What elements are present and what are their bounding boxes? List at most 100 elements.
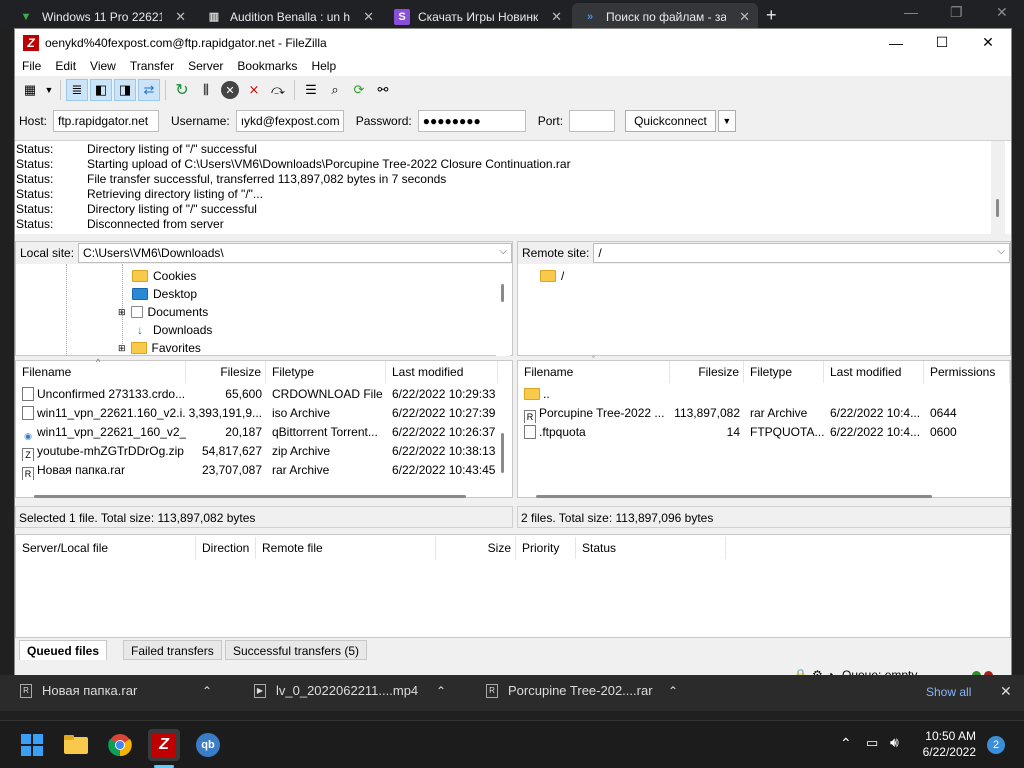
- tab-successful-transfers[interactable]: Successful transfers (5): [225, 640, 368, 660]
- browser-tab[interactable]: ▥ Audition Benalla : un h ✕: [196, 3, 382, 30]
- tree-item-favorites[interactable]: ⊞ Favorites: [118, 339, 201, 357]
- close-icon[interactable]: ✕: [996, 4, 1008, 21]
- notification-badge[interactable]: 2: [987, 736, 1005, 754]
- qbittorrent-icon[interactable]: qb: [192, 729, 224, 761]
- expand-icon[interactable]: ⊞: [118, 307, 126, 318]
- site-manager-icon[interactable]: ▦: [19, 79, 41, 101]
- windows-start-icon[interactable]: [16, 729, 48, 761]
- cancel-icon[interactable]: ✕: [219, 79, 241, 101]
- download-item[interactable]: ▶ lv_0_2022062211....mp4 ⌃: [254, 683, 446, 698]
- port-input[interactable]: [569, 110, 616, 132]
- tree-item-cookies[interactable]: Cookies: [132, 267, 196, 285]
- menu-view[interactable]: View: [83, 59, 123, 73]
- close-icon[interactable]: ✕: [1000, 683, 1012, 700]
- toggle-remote-tree-icon[interactable]: ◨: [114, 79, 136, 101]
- close-icon[interactable]: ✕: [175, 9, 186, 25]
- host-input[interactable]: ftp.rapidgator.net: [53, 110, 160, 132]
- menu-server[interactable]: Server: [181, 59, 230, 73]
- menu-bookmarks[interactable]: Bookmarks: [230, 59, 304, 73]
- tree-scrollbar[interactable]: [496, 264, 510, 356]
- minimize-button[interactable]: —: [873, 29, 919, 56]
- chevron-down-icon[interactable]: ▼: [717, 110, 736, 132]
- table-row[interactable]: win11_vpn_22621.160_v2.i... 3,393,191,9..…: [16, 404, 500, 423]
- column-filesize[interactable]: Filesize: [670, 361, 744, 383]
- horizontal-scrollbar[interactable]: [34, 495, 466, 498]
- tree-item-downloads[interactable]: ↓ Downloads: [132, 321, 212, 339]
- table-row[interactable]: ..: [518, 385, 1008, 404]
- toggle-local-tree-icon[interactable]: ◧: [90, 79, 112, 101]
- new-tab-button[interactable]: +: [766, 5, 777, 26]
- chevron-down-icon[interactable]: ⌵: [499, 246, 507, 257]
- compare-icon[interactable]: ⌕: [324, 79, 346, 101]
- column-permissions[interactable]: Permissions: [924, 361, 1010, 383]
- table-row[interactable]: .ftpquota 14 FTPQUOTA... 6/22/2022 10:4... 0…: [518, 423, 1008, 442]
- browser-tab-active[interactable]: » Поиск по файлам - за ✕: [572, 3, 758, 30]
- table-row[interactable]: Zyoutube-mhZGTrDDrOg.zip 54,817,627 zip Ar…: [16, 442, 500, 461]
- chevron-down-icon[interactable]: ▼: [43, 79, 55, 101]
- binoculars-icon[interactable]: ⚯: [372, 79, 394, 101]
- tree-item-root[interactable]: /: [540, 267, 564, 285]
- chevron-up-icon[interactable]: ⌃: [840, 735, 852, 752]
- close-icon[interactable]: ✕: [551, 9, 562, 25]
- close-icon[interactable]: ✕: [363, 9, 374, 25]
- username-input[interactable]: ıykd@fexpost.com: [235, 110, 344, 132]
- column-server-local-file[interactable]: Server/Local file: [16, 537, 196, 559]
- file-explorer-icon[interactable]: [60, 729, 92, 761]
- table-row[interactable]: ◉ win11_vpn_22621_160_v2_... 20,187 qBittor…: [16, 423, 500, 442]
- quickconnect-button[interactable]: Quickconnect: [625, 110, 716, 132]
- file-list-scrollbar[interactable]: [496, 387, 510, 497]
- local-path-input[interactable]: C:\Users\VM6\Downloads\ ⌵: [78, 243, 512, 263]
- password-input[interactable]: ●●●●●●●●: [417, 110, 526, 132]
- column-last-modified[interactable]: Last modified: [824, 361, 924, 383]
- column-filetype[interactable]: Filetype: [744, 361, 824, 383]
- log-scrollbar[interactable]: [991, 141, 1005, 234]
- horizontal-scrollbar[interactable]: [536, 495, 932, 498]
- menu-file[interactable]: File: [15, 59, 48, 73]
- table-row[interactable]: Unconfirmed 273133.crdo... 65,600 CRDOWNLO…: [16, 385, 500, 404]
- chrome-icon[interactable]: [104, 729, 136, 761]
- column-direction[interactable]: Direction: [196, 537, 256, 559]
- speaker-icon[interactable]: 🔊︎: [890, 734, 899, 751]
- maximize-button[interactable]: ☐: [919, 29, 965, 56]
- tab-failed-transfers[interactable]: Failed transfers: [123, 640, 222, 660]
- column-filesize[interactable]: Filesize: [186, 361, 266, 383]
- download-item[interactable]: R Новая папка.rar ⌃: [20, 683, 212, 698]
- browser-tab[interactable]: S Скачать Игры Новинки ✕: [384, 3, 570, 30]
- column-priority[interactable]: Priority: [516, 537, 576, 559]
- tree-item-documents[interactable]: ⊞ Documents: [118, 303, 208, 321]
- refresh-icon[interactable]: ↻: [171, 79, 193, 101]
- chevron-up-icon[interactable]: ⌃: [668, 684, 678, 698]
- filezilla-taskbar-icon[interactable]: Z: [148, 729, 180, 761]
- close-icon[interactable]: ✕: [739, 9, 750, 25]
- column-filename[interactable]: Filename: [16, 361, 186, 383]
- tree-item-desktop[interactable]: Desktop: [132, 285, 197, 303]
- chevron-up-icon[interactable]: ⌃: [202, 684, 212, 698]
- scrollbar-thumb[interactable]: [996, 199, 999, 217]
- show-all-link[interactable]: Show all: [926, 685, 971, 699]
- minimize-icon[interactable]: —: [904, 4, 918, 20]
- tab-queued-files[interactable]: Queued files: [19, 640, 108, 660]
- column-size[interactable]: Size: [436, 537, 516, 559]
- toggle-log-icon[interactable]: ≣: [66, 79, 88, 101]
- menu-help[interactable]: Help: [304, 59, 343, 73]
- column-filetype[interactable]: Filetype: [266, 361, 386, 383]
- process-queue-icon[interactable]: ⫼: [195, 79, 217, 101]
- column-remote-file[interactable]: Remote file: [256, 537, 436, 559]
- network-icon[interactable]: ▭: [866, 735, 878, 751]
- disconnect-icon[interactable]: ⨯: [243, 79, 265, 101]
- restore-icon[interactable]: ❐: [950, 4, 963, 21]
- clock[interactable]: 10:50 AM 6/22/2022: [912, 729, 976, 759]
- menu-transfer[interactable]: Transfer: [123, 59, 181, 73]
- table-row[interactable]: R Porcupine Tree-2022 ... 113,897,082 rar A…: [518, 404, 1008, 423]
- scrollbar-thumb[interactable]: [501, 284, 504, 302]
- expand-icon[interactable]: ⊞: [118, 343, 126, 354]
- filter-icon[interactable]: ☰: [300, 79, 322, 101]
- column-status[interactable]: Status: [576, 537, 726, 559]
- close-button[interactable]: ✕: [965, 29, 1011, 56]
- browser-tab[interactable]: ▼ Windows 11 Pro 22621 ✕: [8, 3, 194, 30]
- toggle-queue-icon[interactable]: ⇄: [138, 79, 160, 101]
- menu-edit[interactable]: Edit: [48, 59, 83, 73]
- column-last-modified[interactable]: Last modified: [386, 361, 498, 383]
- chevron-up-icon[interactable]: ⌃: [436, 684, 446, 698]
- remote-path-input[interactable]: / ⌵: [593, 243, 1010, 263]
